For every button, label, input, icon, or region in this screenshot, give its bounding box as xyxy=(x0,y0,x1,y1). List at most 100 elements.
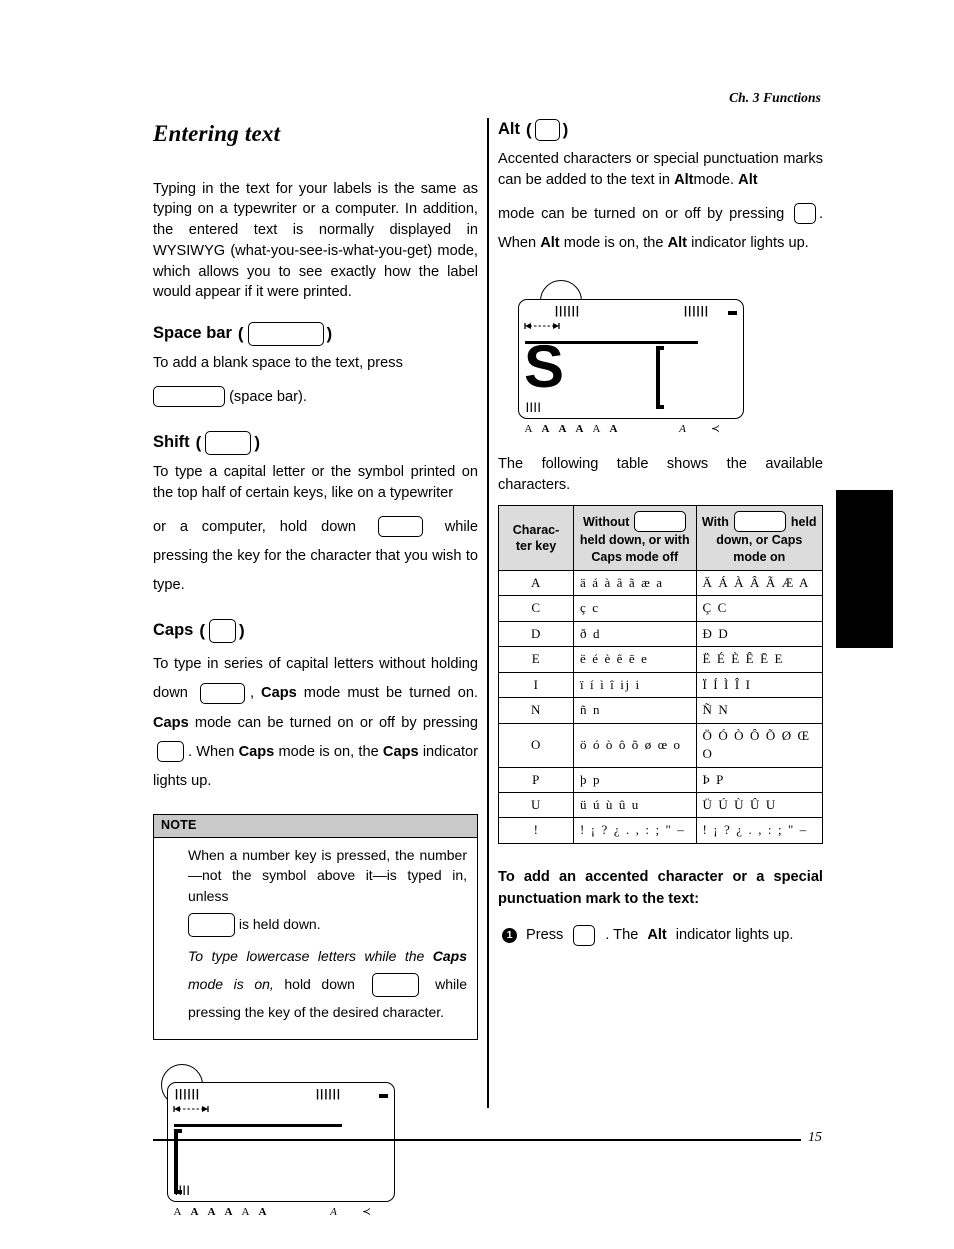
space-bar-key-icon xyxy=(247,322,324,347)
heading-alt-label: Alt xyxy=(498,120,520,139)
lcd-width-arrow xyxy=(173,1105,209,1112)
footer-rule xyxy=(153,1139,801,1141)
cell-upper: Ï Í Ì Î I xyxy=(695,671,823,699)
cell-upper: ! ¡ ? ¿ . , : ; " – xyxy=(695,817,823,844)
heading-space-bar-label: Space bar xyxy=(153,324,232,343)
indicator-icon-a5: A xyxy=(241,1205,250,1218)
left-column: Entering text Typing in the text for you… xyxy=(153,118,478,1249)
paren-close: ) xyxy=(254,433,261,452)
paren-open: ( xyxy=(199,621,206,641)
note-para-2-b: mode is on, xyxy=(188,975,274,992)
heading-caps: Caps ( ) xyxy=(153,619,478,644)
th-without-pre: Without xyxy=(583,514,630,529)
note-label: NOTE xyxy=(154,815,477,838)
step-1-bold: Alt xyxy=(647,927,667,944)
step-number-badge: 1 xyxy=(502,928,517,944)
table-row: O ö ó ò ô õ ø œ o Ö Ó Ò Ô Õ Ø Œ O xyxy=(498,722,823,768)
heading-space-bar: Space bar ( ) xyxy=(153,322,478,347)
space-bar-key-icon-inline xyxy=(153,386,225,408)
cell-upper: Ð D xyxy=(695,620,823,648)
cell-lower: ï í ì î ij i xyxy=(573,671,697,699)
caps-bold-2: Caps xyxy=(153,714,189,731)
table-row: C ç c Ç C xyxy=(498,595,823,622)
cell-upper: Ñ N xyxy=(695,697,823,724)
th-with-shift: With held down, or Caps mode on xyxy=(695,505,823,571)
note-para-2-a: To type lowercase letters while the xyxy=(188,947,425,964)
procedure-step-1: 1 Press . The Alt indicator lights up. xyxy=(502,925,823,947)
lcd-typed-character: S xyxy=(524,332,565,400)
th-without-line: Without xyxy=(583,511,687,533)
note-para-1-text: When a number key is pressed, the number… xyxy=(188,846,467,904)
heading-shift-label: Shift xyxy=(153,433,190,452)
lcd-tick-marks-left: |||||| xyxy=(175,1087,201,1100)
right-column: Alt ( ) Accented characters or special p… xyxy=(498,118,823,947)
table-row: E ë é è ê ē e Ë É È Ê Ē E xyxy=(498,646,823,673)
indicator-icon-a2: A xyxy=(541,422,550,435)
note-para-1: When a number key is pressed, the number… xyxy=(188,845,467,906)
shift-key-icon-note-2 xyxy=(371,973,419,998)
intro-paragraph: Typing in the text for your labels is th… xyxy=(153,180,478,301)
note-para-1-held: is held down. xyxy=(238,915,321,932)
alt-text-2: mode. xyxy=(693,171,735,188)
step-1-text-a: Press xyxy=(526,927,564,944)
indicator-icon-caret: ≺ xyxy=(710,422,721,435)
th-character-key-label: Charac- ter key xyxy=(512,522,560,554)
indicator-icon-a1: A xyxy=(524,422,533,435)
caps-text-4: mode must be turned on. xyxy=(303,685,478,702)
table-row: P þ p Þ P xyxy=(498,766,823,793)
th-with-line: With held xyxy=(702,511,817,533)
alt-key-icon xyxy=(534,119,560,142)
paren-open: ( xyxy=(195,433,202,452)
indicator-icon-a7: A xyxy=(330,1205,337,1218)
paren-close: ) xyxy=(239,621,245,641)
space-bar-text-2-line: (space bar). xyxy=(153,383,478,412)
cell-key: E xyxy=(498,646,574,673)
note-para-1b: is held down. xyxy=(188,910,467,938)
manual-page: Ch. 3 Functions Entering text Typing in … xyxy=(0,0,954,1235)
cell-upper: Ü Ú Ù Û U xyxy=(695,791,823,819)
caps-text-6: mode can be turned on or off by pressing xyxy=(194,714,478,731)
indicator-icon-a4: A xyxy=(575,422,584,435)
alt-bold-3: Alt xyxy=(540,234,560,251)
cell-upper: Ë É È Ê Ē E xyxy=(695,646,823,673)
th-with-mid: held xyxy=(790,514,817,529)
alt-text-1: Accented characters or special punctuati… xyxy=(498,149,823,190)
alt-text-6: indicator lights up. xyxy=(691,234,809,251)
th-without-post: held down, or with Caps mode off xyxy=(579,533,690,564)
alt-key-icon-step xyxy=(573,925,596,947)
caps-text-flow: To type in series of capital letters wit… xyxy=(153,650,478,796)
cell-upper: Ç C xyxy=(695,595,823,622)
lcd-top-rule xyxy=(174,1123,342,1128)
caps-bold-3: Caps xyxy=(238,743,275,760)
alt-text-flow: mode can be turned on or off by pressing… xyxy=(498,200,823,258)
cell-lower: ë é è ê ē e xyxy=(573,646,697,673)
cell-key: A xyxy=(498,569,574,597)
alt-text-3: mode can be turned on or off by pressing xyxy=(498,205,785,222)
heading-caps-label: Caps xyxy=(153,621,194,640)
indicator-icon-a2: A xyxy=(190,1205,199,1218)
indicator-icon-caret: ≺ xyxy=(361,1205,372,1218)
table-row: N ñ n Ñ N xyxy=(498,697,823,724)
note-para-2: To type lowercase letters while the Caps… xyxy=(188,942,467,1026)
note-para-2-bold: Caps xyxy=(432,947,468,964)
chapter-thumb-tab xyxy=(836,490,893,648)
step-1-text-c: indicator lights up. xyxy=(675,927,794,944)
cell-lower: ü ú ù û u xyxy=(573,791,697,819)
cell-key: ! xyxy=(498,817,574,844)
cell-upper: Ä Á À Â Ã Æ A xyxy=(695,569,823,597)
shift-key-icon-table-2 xyxy=(733,511,786,533)
column-divider xyxy=(487,118,489,1108)
caps-key-icon-inline xyxy=(157,741,184,763)
cell-lower: ð d xyxy=(573,620,697,648)
table-row: ! ! ¡ ? ¿ . , : ; " – ! ¡ ? ¿ . , : ; " … xyxy=(498,817,823,844)
th-character-key: Charac- ter key xyxy=(498,505,574,571)
note-para-2-c: hold down xyxy=(284,975,355,992)
cell-lower: þ p xyxy=(573,766,697,793)
cell-lower: ! ¡ ? ¿ . , : ; " – xyxy=(573,817,697,844)
alt-bold-1: Alt xyxy=(674,171,694,188)
indicator-icon-a4: A xyxy=(224,1205,233,1218)
cell-lower: ç c xyxy=(573,595,697,622)
lcd-indicator-row-right: A A A A A A A ≺ xyxy=(520,422,746,438)
cell-key: I xyxy=(498,671,574,699)
lcd-corner-marker xyxy=(728,310,737,315)
